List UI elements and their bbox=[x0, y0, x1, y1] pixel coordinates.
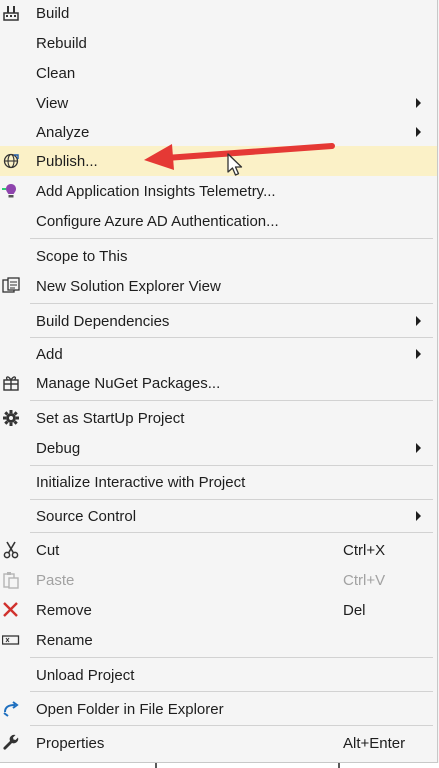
menu-item-open-folder-in-file-explorer[interactable]: Open Folder in File Explorer bbox=[0, 695, 437, 723]
menu-item-label: Initialize Interactive with Project bbox=[36, 473, 246, 491]
menu-item-label: Manage NuGet Packages... bbox=[36, 374, 221, 392]
menu-separator bbox=[30, 238, 433, 239]
menu-item-label: Clean bbox=[36, 64, 76, 82]
submenu-arrow-icon bbox=[416, 316, 421, 326]
menu-item-remove[interactable]: Remove Del bbox=[0, 596, 437, 624]
menu-item-label: Source Control bbox=[36, 507, 137, 525]
gear-icon bbox=[0, 407, 22, 429]
menu-item-shortcut: Alt+Enter bbox=[343, 734, 406, 752]
menu-item-shortcut: Ctrl+V bbox=[343, 571, 386, 589]
menu-item-label: Rename bbox=[36, 631, 93, 649]
submenu-arrow-icon bbox=[416, 349, 421, 359]
menu-item-shortcut: Ctrl+X bbox=[343, 541, 386, 559]
application-insights-icon bbox=[0, 180, 22, 202]
submenu-arrow-icon bbox=[416, 511, 421, 521]
background-strip bbox=[0, 763, 439, 768]
menu-item-scope-to-this[interactable]: Scope to This bbox=[0, 242, 437, 270]
menu-item-add[interactable]: Add bbox=[0, 340, 437, 368]
menu-separator bbox=[30, 725, 433, 726]
menu-item-label: Configure Azure AD Authentication... bbox=[36, 212, 279, 230]
menu-separator bbox=[30, 465, 433, 466]
menu-item-paste[interactable]: Paste Ctrl+V bbox=[0, 566, 437, 594]
menu-item-label: Set as StartUp Project bbox=[36, 409, 185, 427]
build-icon bbox=[0, 2, 22, 24]
menu-item-label: Analyze bbox=[36, 123, 90, 141]
menu-item-set-as-startup-project[interactable]: Set as StartUp Project bbox=[0, 404, 437, 432]
menu-item-label: Build Dependencies bbox=[36, 312, 170, 330]
publish-globe-icon bbox=[0, 150, 22, 172]
menu-separator bbox=[30, 337, 433, 338]
menu-item-cut[interactable]: Cut Ctrl+X bbox=[0, 536, 437, 564]
new-solution-explorer-view-icon bbox=[0, 275, 22, 297]
menu-item-clean[interactable]: Clean bbox=[0, 59, 437, 87]
menu-item-label: Scope to This bbox=[36, 247, 128, 265]
wrench-icon bbox=[0, 732, 22, 754]
menu-item-rebuild[interactable]: Rebuild bbox=[0, 29, 437, 57]
submenu-arrow-icon bbox=[416, 443, 421, 453]
menu-item-unload-project[interactable]: Unload Project bbox=[0, 661, 437, 689]
menu-item-build[interactable]: Build bbox=[0, 0, 437, 27]
menu-item-label: Paste bbox=[36, 571, 75, 589]
menu-item-label: Debug bbox=[36, 439, 81, 457]
menu-item-label: Open Folder in File Explorer bbox=[36, 700, 224, 718]
menu-item-label: Add bbox=[36, 345, 63, 363]
menu-item-label: View bbox=[36, 94, 69, 112]
menu-separator bbox=[30, 691, 433, 692]
menu-item-build-dependencies[interactable]: Build Dependencies bbox=[0, 307, 437, 335]
scissors-icon bbox=[0, 539, 22, 561]
menu-item-debug[interactable]: Debug bbox=[0, 434, 437, 462]
menu-item-label: Remove bbox=[36, 601, 92, 619]
rename-icon bbox=[0, 629, 22, 651]
menu-item-label: New Solution Explorer View bbox=[36, 277, 221, 295]
submenu-arrow-icon bbox=[416, 98, 421, 108]
menu-item-label: Rebuild bbox=[36, 34, 87, 52]
menu-item-label: Cut bbox=[36, 541, 60, 559]
menu-item-shortcut: Del bbox=[343, 601, 366, 619]
menu-item-label: Unload Project bbox=[36, 666, 135, 684]
menu-item-add-application-insights[interactable]: Add Application Insights Telemetry... bbox=[0, 177, 437, 205]
menu-item-source-control[interactable]: Source Control bbox=[0, 502, 437, 530]
menu-item-rename[interactable]: Rename bbox=[0, 626, 437, 654]
menu-item-manage-nuget-packages[interactable]: Manage NuGet Packages... bbox=[0, 369, 437, 397]
background-tick bbox=[338, 763, 340, 768]
submenu-arrow-icon bbox=[416, 127, 421, 137]
menu-separator bbox=[30, 303, 433, 304]
menu-item-properties[interactable]: Properties Alt+Enter bbox=[0, 729, 437, 757]
menu-item-label: Add Application Insights Telemetry... bbox=[36, 182, 276, 200]
open-folder-arrow-icon bbox=[0, 698, 22, 720]
background-tick bbox=[155, 763, 157, 768]
mouse-cursor-icon bbox=[227, 153, 243, 176]
menu-item-label: Build bbox=[36, 4, 70, 22]
menu-item-label: Publish... bbox=[36, 152, 98, 170]
menu-separator bbox=[30, 657, 433, 658]
menu-item-initialize-interactive[interactable]: Initialize Interactive with Project bbox=[0, 468, 437, 496]
menu-separator bbox=[30, 400, 433, 401]
menu-item-label: Properties bbox=[36, 734, 105, 752]
menu-item-configure-azure-ad[interactable]: Configure Azure AD Authentication... bbox=[0, 207, 437, 235]
nuget-packages-icon bbox=[0, 372, 22, 394]
context-menu: Build Rebuild Clean View Analyze Publish… bbox=[0, 0, 438, 763]
menu-separator bbox=[30, 499, 433, 500]
menu-separator bbox=[30, 532, 433, 533]
paste-icon bbox=[0, 569, 22, 591]
menu-item-new-solution-explorer-view[interactable]: New Solution Explorer View bbox=[0, 272, 437, 300]
menu-item-view[interactable]: View bbox=[0, 89, 437, 117]
remove-x-icon bbox=[0, 599, 22, 621]
